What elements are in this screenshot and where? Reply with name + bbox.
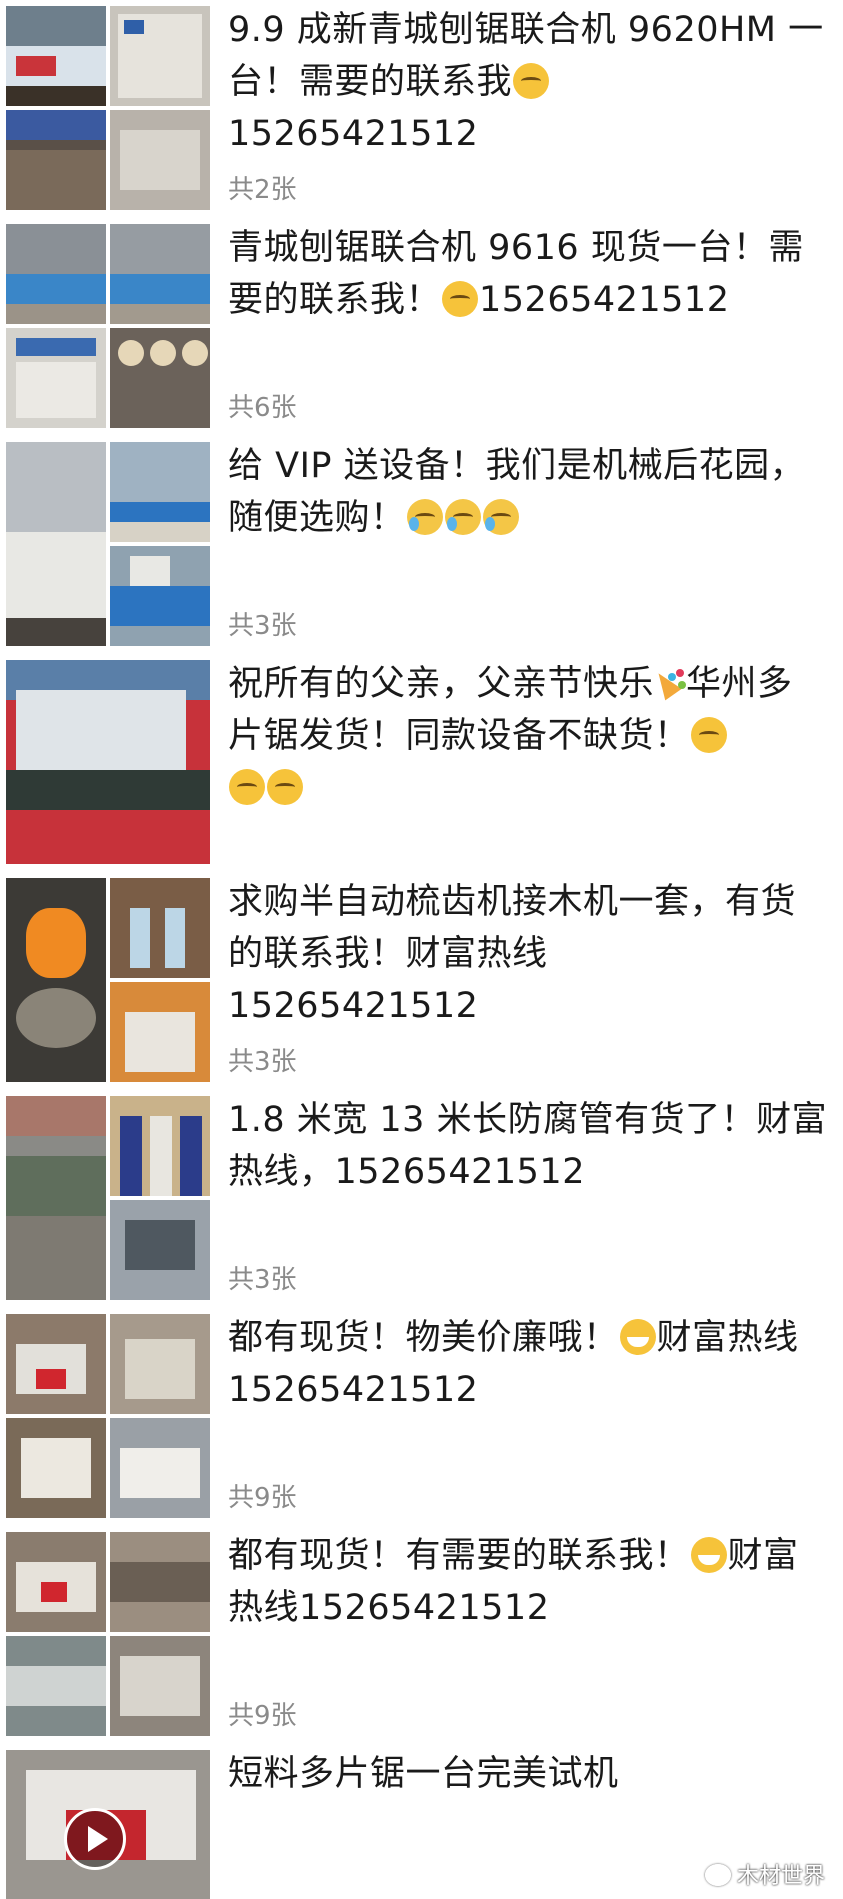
photo-thumbnail[interactable] — [6, 442, 106, 646]
post-phone: 15265421512 — [228, 1370, 479, 1410]
crying-laughing-emoji-icon — [444, 499, 481, 535]
photo-count: 共3张 — [228, 1265, 297, 1295]
post-text-body: 求购半自动梳齿机接木机一套，有货的联系我！财富热线 — [228, 882, 797, 974]
photo-grid[interactable] — [6, 6, 210, 210]
photo-thumbnail[interactable] — [110, 328, 210, 428]
photo-thumbnail[interactable] — [110, 1200, 210, 1300]
photo-count: 共6张 — [228, 393, 297, 423]
photo-thumbnail[interactable] — [110, 878, 210, 978]
post-text: 给 VIP 送设备！我们是机械后花园，随便选购！ — [228, 440, 828, 544]
post-phone: 15265421512 — [479, 280, 730, 320]
video-thumbnail[interactable] — [6, 1750, 210, 1899]
666-emoji-icon — [442, 281, 479, 317]
photo-thumbnail[interactable] — [110, 1418, 210, 1518]
moment-post[interactable]: 求购半自动梳齿机接木机一套，有货的联系我！财富热线 15265421512 共3… — [0, 872, 843, 1090]
moment-post[interactable]: 9.9 成新青城刨锯联合机 9620HM 一台！需要的联系我 152654215… — [0, 0, 843, 218]
play-icon[interactable] — [64, 1808, 126, 1870]
photo-thumbnail[interactable] — [6, 110, 106, 210]
post-text: 都有现货！物美价廉哦！ 财富热线 15265421512 — [228, 1312, 828, 1416]
photo-grid[interactable] — [6, 1314, 210, 1518]
post-text: 1.8 米宽 13 米长防腐管有货了！财富热线，15265421512 — [228, 1094, 828, 1198]
grinning-emoji-icon — [619, 1319, 656, 1355]
photo-thumbnail[interactable] — [6, 878, 106, 1082]
crying-laughing-emoji-icon — [406, 499, 443, 535]
photo-count: 共9张 — [228, 1701, 297, 1731]
moment-post[interactable]: 给 VIP 送设备！我们是机械后花园，随便选购！ 共3张 — [0, 436, 843, 654]
photo-thumbnail[interactable] — [110, 6, 210, 106]
photo-grid[interactable] — [6, 1096, 210, 1300]
watermark-text: 木材世界 — [736, 1864, 825, 1889]
post-text: 9.9 成新青城刨锯联合机 9620HM 一台！需要的联系我 152654215… — [228, 4, 828, 160]
wechat-icon — [704, 1864, 731, 1886]
moment-post[interactable]: 都有现货！有需要的联系我！ 财富热线15265421512 共9张 — [0, 1526, 843, 1744]
post-text: 都有现货！有需要的联系我！ 财富热线15265421512 — [228, 1530, 828, 1634]
666-emoji-icon — [690, 717, 727, 753]
post-text-body: 都有现货！有需要的联系我！ — [228, 1536, 690, 1576]
666-emoji-icon — [267, 769, 303, 805]
post-text-body: 祝所有的父亲，父亲节快乐 — [228, 664, 655, 704]
post-text-body: 都有现货！物美价廉哦！ — [228, 1318, 619, 1358]
photo-grid[interactable] — [6, 1532, 210, 1736]
photo-grid[interactable] — [6, 1750, 210, 1899]
photo-thumbnail[interactable] — [6, 1532, 106, 1632]
photo-thumbnail[interactable] — [6, 1096, 106, 1300]
moment-post[interactable]: 青城刨锯联合机 9616 现货一台！需要的联系我！ 15265421512 共6张 — [0, 218, 843, 436]
post-text: 青城刨锯联合机 9616 现货一台！需要的联系我！ 15265421512 — [228, 222, 828, 326]
photo-thumbnail[interactable] — [6, 660, 210, 864]
photo-grid[interactable] — [6, 224, 210, 428]
post-phone: 15265421512 — [228, 986, 479, 1026]
party-popper-icon — [654, 667, 686, 699]
photo-count: 共3张 — [228, 611, 297, 641]
photo-thumbnail[interactable] — [110, 982, 210, 1082]
photo-grid[interactable] — [6, 878, 210, 1082]
photo-thumbnail[interactable] — [110, 1532, 210, 1632]
post-phone: 15265421512 — [228, 114, 479, 154]
grinning-emoji-icon — [690, 1537, 727, 1573]
post-text-body: 短料多片锯一台完美试机 — [228, 1754, 619, 1794]
photo-thumbnail[interactable] — [110, 110, 210, 210]
photo-thumbnail[interactable] — [6, 1636, 106, 1736]
photo-thumbnail[interactable] — [110, 224, 210, 324]
photo-count: 共9张 — [228, 1483, 297, 1513]
post-text-body-2: 财富热线 — [656, 1318, 799, 1358]
photo-thumbnail[interactable] — [6, 6, 106, 106]
photo-grid[interactable] — [6, 660, 210, 864]
post-phone: 15265421512 — [299, 1588, 550, 1628]
photo-thumbnail[interactable] — [6, 224, 106, 324]
photo-thumbnail[interactable] — [110, 442, 210, 542]
crying-laughing-emoji-icon — [482, 499, 519, 535]
photo-thumbnail[interactable] — [110, 1314, 210, 1414]
photo-count: 共2张 — [228, 175, 297, 205]
photo-thumbnail[interactable] — [110, 1096, 210, 1196]
moment-post[interactable]: 祝所有的父亲，父亲节快乐 华州多片锯发货！同款设备不缺货！ — [0, 654, 843, 872]
666-emoji-icon — [513, 63, 550, 99]
666-emoji-icon — [229, 769, 265, 805]
photo-thumbnail[interactable] — [110, 546, 210, 646]
moment-post[interactable]: 1.8 米宽 13 米长防腐管有货了！财富热线，15265421512 共3张 — [0, 1090, 843, 1308]
photo-thumbnail[interactable] — [110, 1636, 210, 1736]
post-text: 短料多片锯一台完美试机 — [228, 1748, 828, 1800]
moment-post[interactable]: 都有现货！物美价廉哦！ 财富热线 15265421512 共9张 — [0, 1308, 843, 1526]
post-text: 祝所有的父亲，父亲节快乐 华州多片锯发货！同款设备不缺货！ — [228, 658, 828, 814]
post-text: 求购半自动梳齿机接木机一套，有货的联系我！财富热线 15265421512 — [228, 876, 828, 1032]
watermark: 木材世界 — [704, 1858, 825, 1890]
photo-grid[interactable] — [6, 442, 210, 646]
post-phone: 15265421512 — [334, 1152, 585, 1192]
photo-thumbnail[interactable] — [6, 1418, 106, 1518]
photo-thumbnail[interactable] — [6, 328, 106, 428]
photo-thumbnail[interactable] — [6, 1314, 106, 1414]
photo-count: 共3张 — [228, 1047, 297, 1077]
